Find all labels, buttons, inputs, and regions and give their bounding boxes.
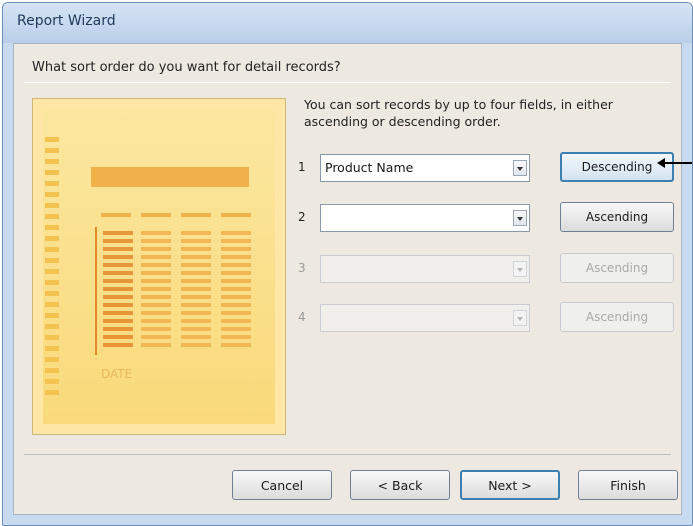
title-bar[interactable]: Report Wizard: [3, 3, 692, 43]
preview-column: [103, 231, 133, 351]
sort-instructions: You can sort records by up to four field…: [304, 97, 613, 129]
wizard-body: What sort order do you want for detail r…: [13, 43, 682, 515]
preview-page: DATE: [43, 109, 275, 424]
sort-order-3-button[interactable]: Ascending: [560, 253, 674, 283]
preview-binder-edge: [45, 137, 59, 397]
dropdown-arrow-icon[interactable]: [513, 210, 527, 226]
sort-question: What sort order do you want for detail r…: [32, 60, 341, 75]
sort-row-2-number: 2: [298, 210, 306, 224]
preview-header: [101, 213, 131, 217]
sort-field-1-combo[interactable]: Product Name: [320, 154, 530, 182]
preview-column: [221, 231, 251, 351]
sort-row-3-number: 3: [298, 261, 306, 275]
header-divider: [24, 82, 671, 83]
preview-column: [141, 231, 171, 351]
finish-button[interactable]: Finish: [578, 470, 678, 500]
sort-row-4-number: 4: [298, 310, 306, 324]
sort-field-1-value: Product Name: [325, 160, 414, 175]
next-button[interactable]: Next >: [460, 470, 560, 500]
preview-column: [181, 231, 211, 351]
preview-header: [141, 213, 171, 217]
sort-field-2-combo[interactable]: [320, 204, 530, 232]
report-preview-image: DATE: [32, 98, 286, 435]
dropdown-arrow-icon[interactable]: [513, 261, 527, 277]
preview-header: [181, 213, 211, 217]
window-title: Report Wizard: [17, 13, 116, 29]
back-button[interactable]: < Back: [350, 470, 450, 500]
sort-order-2-button[interactable]: Ascending: [560, 202, 674, 232]
footer-divider: [24, 454, 671, 455]
preview-header: [221, 213, 251, 217]
preview-date-placeholder: DATE: [101, 367, 133, 381]
sort-order-4-button[interactable]: Ascending: [560, 302, 674, 332]
report-wizard-window: Report Wizard What sort order do you wan…: [2, 2, 693, 526]
sort-row-1-number: 1: [298, 160, 306, 174]
cancel-button[interactable]: Cancel: [232, 470, 332, 500]
dropdown-arrow-icon[interactable]: [513, 310, 527, 326]
sort-field-4-combo[interactable]: [320, 304, 530, 332]
sort-field-3-combo[interactable]: [320, 255, 530, 283]
preview-title-bar: [91, 167, 249, 187]
callout-arrow-icon: [657, 158, 692, 168]
preview-sort-arrow: [95, 227, 97, 355]
dropdown-arrow-icon[interactable]: [513, 160, 527, 176]
